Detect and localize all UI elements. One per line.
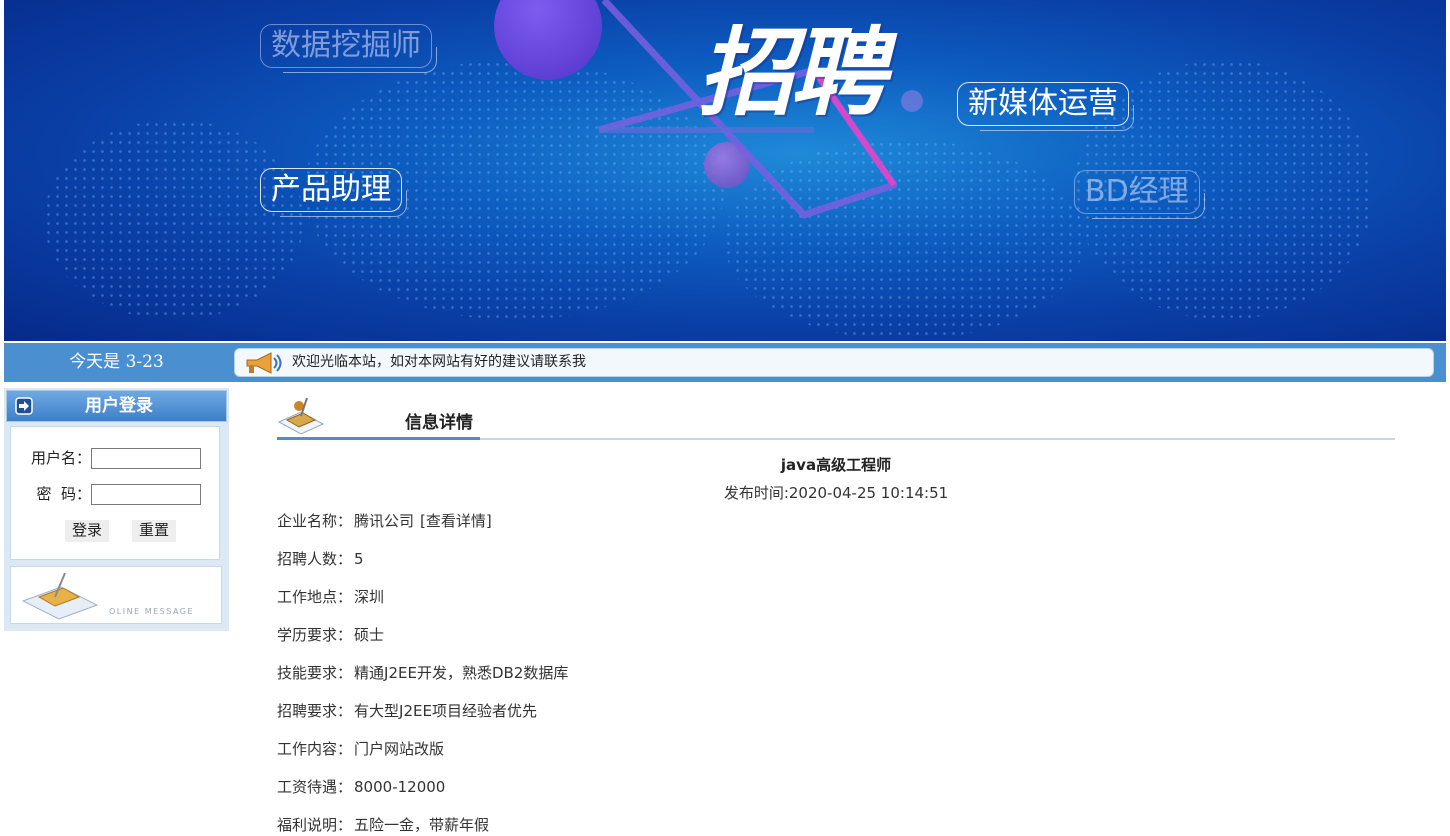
login-form: 用户名： 密 码： 登录 重置 (10, 426, 220, 560)
field-label: 工作地点： (277, 588, 353, 606)
job-detail: 信息详情 java高级工程师 发布时间:2020-04-25 10:14:51 … (277, 394, 1395, 834)
reset-button[interactable]: 重置 (132, 520, 177, 542)
detail-row: 福利说明： 五险一金，带薪年假 (277, 814, 489, 835)
login-panel: 用户登录 用户名： 密 码： 登录 重置 OLINE MESSAGE (4, 388, 229, 631)
login-header: 用户登录 (6, 390, 227, 422)
megaphone-icon (246, 352, 282, 374)
notice-text: 欢迎光临本站，如对本网站有好的建议请联系我 (292, 354, 586, 370)
online-message-text: OLINE MESSAGE (109, 607, 195, 616)
banner-tag: BD经理 (1074, 170, 1205, 219)
detail-row: 技能要求： 精通J2EE开发，熟悉DB2数据库 (277, 662, 568, 683)
field-label: 工资待遇： (277, 778, 353, 796)
info-bar: 今天是 3-23 欢迎光临本站，如对本网站有好的建议请联系我 (4, 343, 1446, 382)
today-date: 今天是 3-23 (69, 352, 164, 372)
field-label: 工作内容： (277, 740, 353, 758)
publish-time: 发布时间:2020-04-25 10:14:51 (723, 484, 949, 502)
detail-row: 工作内容： 门户网站改版 (277, 738, 444, 759)
password-input[interactable] (91, 484, 201, 505)
company-name: 腾讯公司 (354, 512, 415, 530)
view-company-link[interactable]: [查看详情] (420, 512, 492, 530)
password-row: 密 码： (7, 483, 201, 505)
username-label: 用户名： (30, 449, 91, 467)
banner-tag: 产品助理 (260, 168, 407, 217)
online-message-banner[interactable]: OLINE MESSAGE (10, 566, 222, 624)
company-label: 企业名称： (277, 512, 353, 530)
detail-row: 招聘人数： 5 (277, 548, 364, 569)
section-title: 信息详情 (405, 413, 473, 433)
detail-row: 招聘要求： 有大型J2EE项目经验者优先 (277, 700, 537, 721)
field-value: 硕士 (354, 626, 385, 644)
field-value: 门户网站改版 (354, 740, 445, 758)
login-title: 用户登录 (85, 396, 153, 416)
field-label: 福利说明： (277, 816, 353, 834)
banner-tag: 新媒体运营 (957, 82, 1134, 131)
username-input[interactable] (91, 448, 201, 469)
document-icon (277, 397, 325, 435)
banner-tag: 数据挖掘师 (260, 24, 437, 73)
field-value: 深圳 (354, 588, 385, 606)
recruitment-banner: 招聘 数据挖掘师 新媒体运营 产品助理 BD经理 (4, 0, 1446, 341)
message-box-icon (21, 572, 99, 620)
field-value: 精通J2EE开发，熟悉DB2数据库 (354, 664, 569, 682)
detail-row: 工作地点： 深圳 (277, 586, 384, 607)
field-label: 招聘要求： (277, 702, 353, 720)
detail-row: 工资待遇： 8000-12000 (277, 776, 445, 797)
field-value: 有大型J2EE项目经验者优先 (354, 702, 537, 720)
field-label: 学历要求： (277, 626, 353, 644)
company-row: 企业名称： 腾讯公司 [查看详情] (277, 510, 492, 531)
section-header: 信息详情 (277, 394, 1395, 440)
field-value: 8000-12000 (354, 778, 446, 796)
job-title: java高级工程师 (780, 456, 892, 474)
notice-box: 欢迎光临本站，如对本网站有好的建议请联系我 (234, 348, 1434, 377)
field-value: 5 (354, 550, 364, 568)
field-value: 五险一金，带薪年假 (354, 816, 490, 834)
login-button[interactable]: 登录 (65, 520, 110, 542)
field-label: 招聘人数： (277, 550, 353, 568)
section-underline (277, 437, 480, 440)
password-label: 密 码： (36, 485, 91, 503)
field-label: 技能要求： (277, 664, 353, 682)
username-row: 用户名： (7, 447, 201, 469)
world-map-dots (44, 120, 304, 320)
detail-row: 学历要求： 硕士 (277, 624, 384, 645)
banner-title: 招聘 (698, 17, 886, 129)
